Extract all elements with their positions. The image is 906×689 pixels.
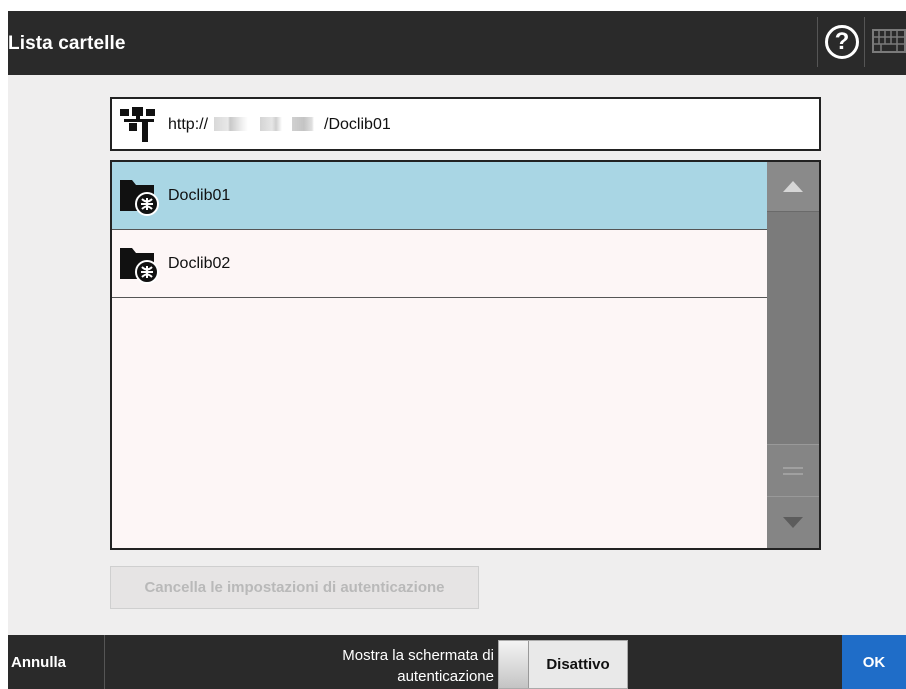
cancel-button[interactable]: Annulla [8,635,105,689]
web-folder-icon [120,180,159,216]
redacted-host [208,117,325,131]
scroll-down-arrow-icon[interactable] [767,496,819,548]
auth-screen-toggle[interactable]: Disattivo [498,640,628,689]
clear-auth-settings-button[interactable]: Cancella le impostazioni di autenticazio… [110,566,479,609]
folder-list[interactable]: Doclib01 Doclib02 [110,160,821,550]
scroll-up-arrow-icon[interactable] [767,162,819,212]
auth-screen-label: Mostra la schermata di autenticazione [342,647,494,685]
toggle-state-label: Disattivo [546,656,610,673]
path-prefix: http:// [168,116,209,133]
folder-list-screen: Lista cartelle ? http:// /Doclib01 Docli… [8,11,906,689]
list-item-label: Doclib01 [168,187,231,204]
path-suffix: /Doclib01 [324,116,391,133]
web-folder-icon [120,248,159,284]
header-bar: Lista cartelle ? [8,11,906,75]
help-circle-icon: ? [825,25,859,59]
list-item[interactable]: Doclib01 [112,162,767,230]
page-title: Lista cartelle [8,33,126,54]
current-path-bar: http:// /Doclib01 [110,97,821,151]
list-scrollbar[interactable] [767,162,819,548]
ok-button[interactable]: OK [842,635,906,689]
path-text: http:// /Doclib01 [168,116,391,134]
keyboard-button[interactable] [865,17,906,67]
list-item[interactable]: Doclib02 [112,230,767,298]
toggle-knob[interactable] [499,641,529,688]
keyboard-icon [872,29,906,53]
network-icon [120,107,155,142]
list-item-label: Doclib02 [168,255,231,272]
scroll-grip-icon[interactable] [767,444,819,496]
help-button[interactable]: ? [817,17,865,67]
footer-bar: Annulla Mostra la schermata di autentica… [8,635,906,689]
